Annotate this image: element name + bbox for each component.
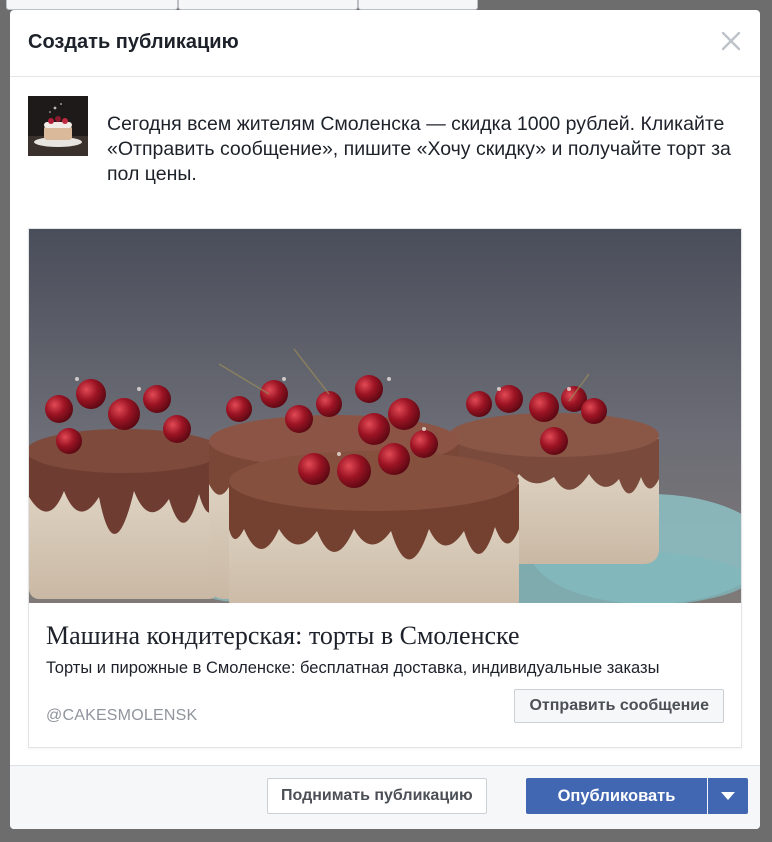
- send-message-button[interactable]: Отправить сообщение: [514, 689, 724, 723]
- background-tab: [6, 0, 178, 10]
- cake-thumbnail: [28, 96, 88, 156]
- cakes-with-berries-photo: [29, 229, 741, 603]
- link-title: Машина кондитерская: торты в Смоленске: [46, 621, 520, 650]
- create-post-dialog: Создать публикацию Сегодня всем жителям …: [10, 10, 760, 829]
- boost-post-button[interactable]: Поднимать публикацию: [267, 778, 487, 814]
- dialog-footer: Поднимать публикацию Опубликовать: [10, 765, 760, 829]
- link-preview-card[interactable]: Машина кондитерская: торты в Смоленске Т…: [28, 228, 742, 748]
- link-description: Торты и пирожные в Смоленске: бесплатная…: [46, 659, 660, 677]
- publish-button[interactable]: Опубликовать: [526, 778, 707, 814]
- chevron-down-icon[interactable]: [708, 778, 748, 814]
- link-domain: @CAKESMOLENSK: [46, 707, 198, 724]
- background-tabs: [0, 0, 772, 10]
- close-icon[interactable]: [718, 28, 744, 54]
- dialog-header: Создать публикацию: [10, 10, 760, 77]
- background-tab: [358, 0, 478, 10]
- background-tab: [178, 0, 358, 10]
- post-message-text[interactable]: Сегодня всем жителям Смоленска — скидка …: [107, 112, 747, 187]
- dialog-title: Создать публикацию: [28, 31, 239, 53]
